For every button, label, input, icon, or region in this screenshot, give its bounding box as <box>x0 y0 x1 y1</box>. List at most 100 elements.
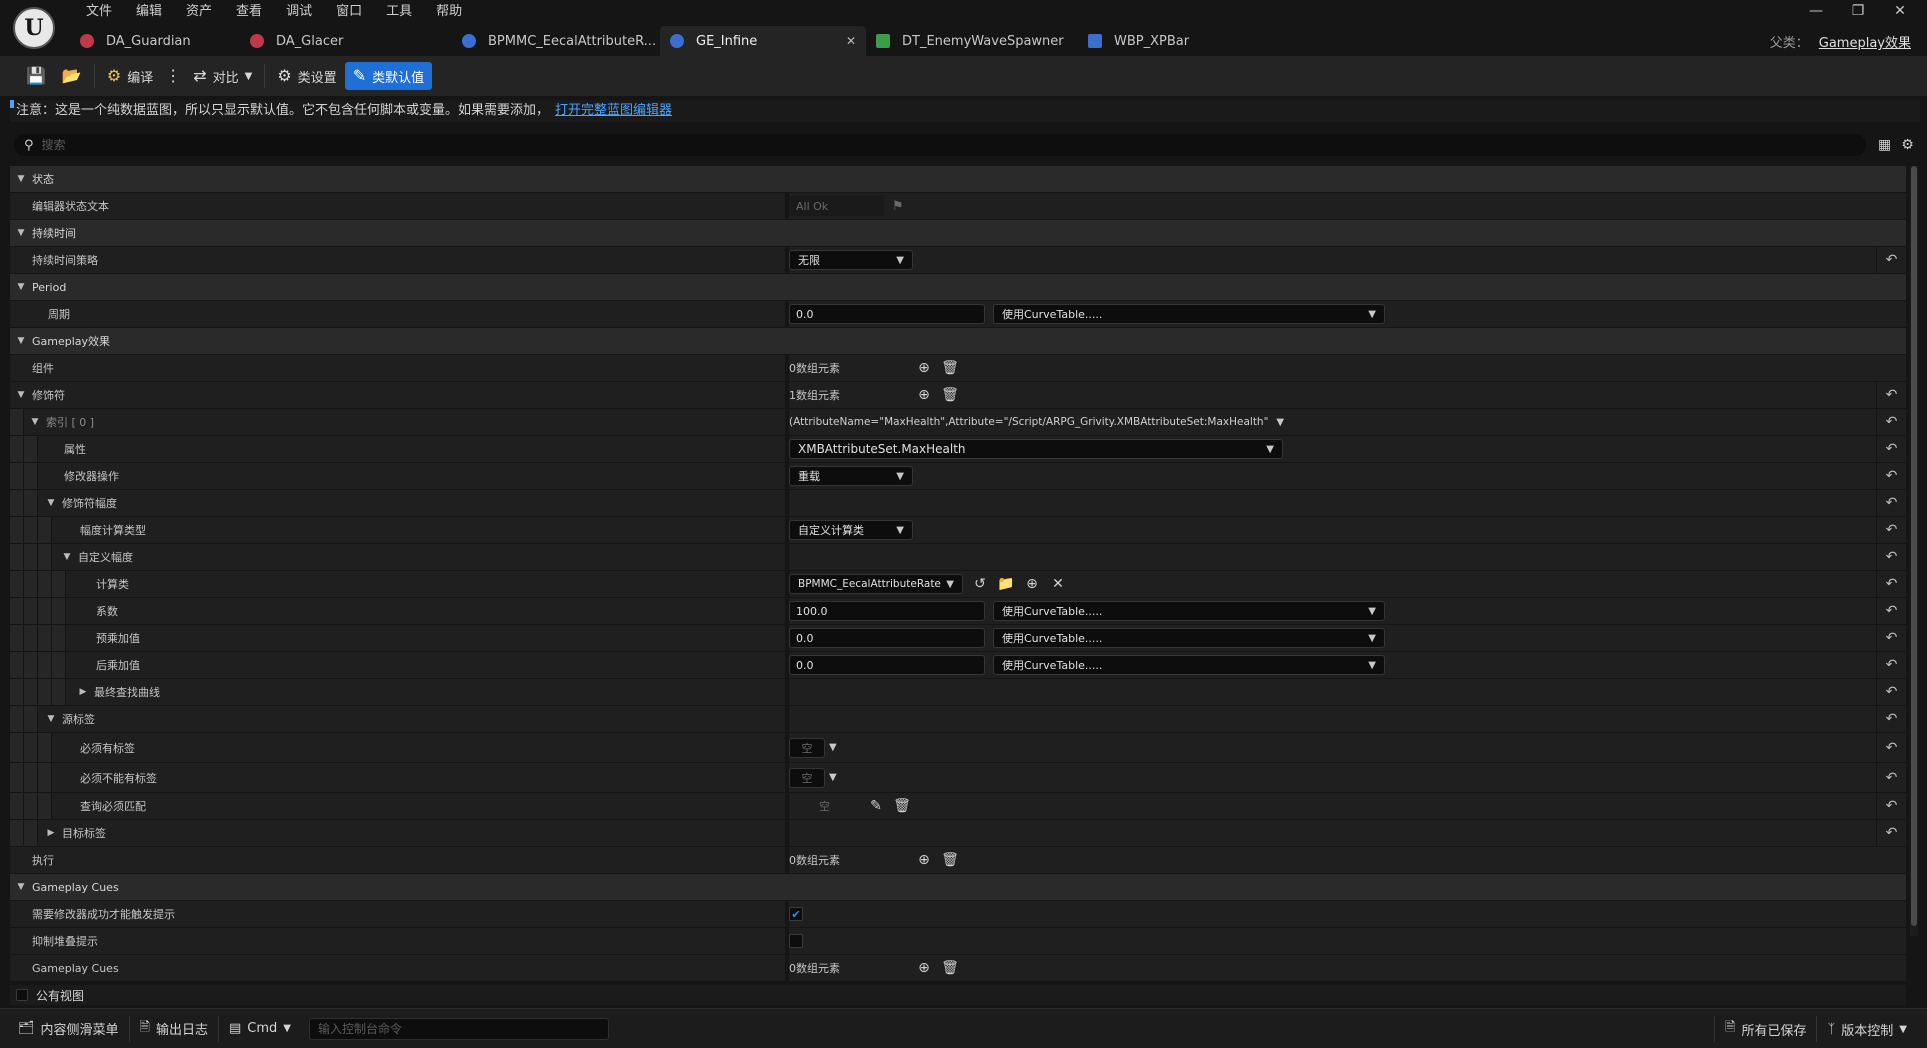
scrollbar-thumb[interactable] <box>1911 166 1917 926</box>
chevron-down-icon[interactable]: ▼ <box>1276 417 1284 428</box>
reset-to-default-icon[interactable]: ↶ <box>1876 598 1906 624</box>
menu-debug[interactable]: 调试 <box>274 2 324 22</box>
reset-to-default-icon[interactable]: ↶ <box>1876 571 1906 597</box>
reset-to-default-icon[interactable]: ↶ <box>1876 544 1906 570</box>
menu-edit[interactable]: 编辑 <box>124 2 174 22</box>
add-element-icon[interactable]: ⊕ <box>1023 577 1041 591</box>
category-period[interactable]: ▼ Period <box>10 274 1906 300</box>
compile-button[interactable]: ⚙ 编译 <box>99 62 161 90</box>
reset-to-default-icon[interactable]: ↶ <box>1876 625 1906 651</box>
add-element-icon[interactable]: ⊕ <box>915 961 933 975</box>
save-button[interactable]: 💾 <box>18 62 54 90</box>
category-gameplay-effect[interactable]: ▼ Gameplay效果 <box>10 328 1906 354</box>
attribute-dropdown[interactable]: XMBAttributeSet.MaxHealth ▼ <box>789 439 1283 459</box>
all-saved-button[interactable]: 🗎 所有已保存 <box>1715 1016 1816 1042</box>
menu-asset[interactable]: 资产 <box>174 2 224 22</box>
ignore-tags-field[interactable]: 空 <box>789 767 825 788</box>
reset-to-default-icon[interactable]: ↶ <box>1876 463 1906 489</box>
expand-arrow-icon[interactable]: ▼ <box>44 714 58 724</box>
trash-icon[interactable]: 🗑 <box>941 853 959 867</box>
trash-icon[interactable]: 🗑 <box>941 361 959 375</box>
reset-to-default-icon[interactable]: ↶ <box>1876 436 1906 462</box>
duration-policy-dropdown[interactable]: 无限 ▼ <box>789 250 913 270</box>
reset-to-default-icon[interactable]: ↶ <box>1876 652 1906 678</box>
expand-arrow-icon[interactable]: ▼ <box>60 552 74 562</box>
close-window-icon[interactable]: ✕ <box>1879 0 1921 22</box>
tab-da-guardian[interactable]: DA_Guardian <box>70 26 240 56</box>
restore-icon[interactable]: ❐ <box>1837 0 1879 22</box>
reset-to-default-icon[interactable]: ↶ <box>1876 247 1906 273</box>
use-selected-icon[interactable]: ↺ <box>971 577 989 591</box>
source-control-button[interactable]: ᛉ 版本控制 ▼ <box>1817 1016 1917 1042</box>
parent-class-link[interactable]: Gameplay效果 <box>1819 32 1911 51</box>
trash-icon[interactable]: 🗑 <box>941 961 959 975</box>
expand-arrow-icon[interactable]: ▼ <box>28 417 42 427</box>
expand-arrow-icon[interactable]: ▼ <box>14 390 28 400</box>
clear-icon[interactable]: ✕ <box>1049 577 1067 591</box>
period-input[interactable]: 0.0 <box>789 304 985 324</box>
reset-to-default-icon[interactable]: ↶ <box>1876 733 1906 762</box>
diff-button[interactable]: ⇄ 对比 ▼ <box>185 62 260 90</box>
gear-icon[interactable]: ⚙ <box>1901 137 1914 153</box>
category-duration[interactable]: ▼ 持续时间 <box>10 220 1906 246</box>
add-element-icon[interactable]: ⊕ <box>915 853 933 867</box>
content-drawer-button[interactable]: 🗂 内容侧滑菜单 <box>8 1016 129 1042</box>
category-gameplay-cues[interactable]: ▼ Gameplay Cues <box>10 874 1906 900</box>
browse-button[interactable]: 📂 <box>54 62 90 90</box>
expand-arrow-icon[interactable]: ▼ <box>14 228 28 238</box>
menu-help[interactable]: 帮助 <box>424 2 474 22</box>
cmd-dropdown[interactable]: ▤ Cmd ▼ <box>219 1016 301 1042</box>
expand-arrow-icon[interactable]: ▶ <box>44 828 58 838</box>
modifier-op-dropdown[interactable]: 重载 ▼ <box>789 466 913 486</box>
reset-to-default-icon[interactable]: ↶ <box>1876 706 1906 732</box>
menu-window[interactable]: 窗口 <box>324 2 374 22</box>
browse-folder-icon[interactable]: 📁 <box>997 577 1015 591</box>
trash-icon[interactable]: 🗑 <box>941 388 959 402</box>
add-element-icon[interactable]: ⊕ <box>915 361 933 375</box>
chevron-down-icon[interactable]: ▼ <box>829 772 837 783</box>
magnitude-calc-type-dropdown[interactable]: 自定义计算类 ▼ <box>789 520 913 540</box>
coefficient-input[interactable]: 100.0 <box>789 601 985 621</box>
menu-tools[interactable]: 工具 <box>374 2 424 22</box>
post-add-input[interactable]: 0.0 <box>789 655 985 675</box>
grid-view-icon[interactable]: ▦ <box>1878 137 1891 153</box>
details-scrollbar[interactable] <box>1910 166 1918 936</box>
curve-table-dropdown[interactable]: 使用CurveTable..... ▼ <box>993 601 1385 621</box>
curve-table-dropdown[interactable]: 使用CurveTable..... ▼ <box>993 628 1385 648</box>
console-command-input[interactable] <box>309 1017 609 1040</box>
suppress-stacking-checkbox[interactable] <box>789 934 803 948</box>
tab-dt-enemywavespawner[interactable]: DT_EnemyWaveSpawner <box>866 26 1078 56</box>
calc-class-dropdown[interactable]: BPMMC_EecalAttributeRate ▼ <box>789 574 963 594</box>
unreal-logo-icon[interactable]: U <box>13 7 55 49</box>
pre-add-input[interactable]: 0.0 <box>789 628 985 648</box>
menu-file[interactable]: 文件 <box>74 2 124 22</box>
expand-arrow-icon[interactable]: ▼ <box>14 174 28 184</box>
reset-to-default-icon[interactable]: ↶ <box>1876 409 1906 435</box>
output-log-button[interactable]: 🗎 输出日志 <box>130 1016 218 1042</box>
add-element-icon[interactable]: ⊕ <box>915 388 933 402</box>
chevron-down-icon[interactable]: ▼ <box>829 742 837 753</box>
category-state[interactable]: ▼ 状态 <box>10 166 1906 192</box>
reset-to-default-icon[interactable]: ↶ <box>1876 490 1906 516</box>
reset-to-default-icon[interactable]: ↶ <box>1876 793 1906 819</box>
reset-to-default-icon[interactable]: ↶ <box>1876 382 1906 408</box>
curve-table-dropdown[interactable]: 使用CurveTable..... ▼ <box>993 304 1385 324</box>
close-icon[interactable]: ✕ <box>846 34 856 48</box>
reset-to-default-icon[interactable]: ↶ <box>1876 820 1906 846</box>
reset-to-default-icon[interactable]: ↶ <box>1876 517 1906 543</box>
reset-to-default-icon[interactable]: ↶ <box>1876 679 1906 705</box>
expand-arrow-icon[interactable]: ▼ <box>44 498 58 508</box>
reset-to-default-icon[interactable]: ↶ <box>1876 763 1906 792</box>
search-input[interactable] <box>41 138 1842 152</box>
class-defaults-button[interactable]: ✎ 类默认值 <box>344 62 433 90</box>
open-full-editor-link[interactable]: 打开完整蓝图编辑器 <box>555 103 672 118</box>
expand-arrow-icon[interactable]: ▼ <box>14 282 28 292</box>
class-settings-button[interactable]: ⚙ 类设置 <box>269 62 344 90</box>
expand-arrow-icon[interactable]: ▶ <box>76 687 90 697</box>
tab-bpmmc[interactable]: BPMMC_EecalAttributeR... <box>452 26 660 56</box>
require-modifier-success-checkbox[interactable]: ✔ <box>789 907 803 921</box>
tab-wbp-xpbar[interactable]: WBP_XPBar <box>1078 26 1228 56</box>
public-view-checkbox[interactable] <box>16 989 28 1001</box>
curve-table-dropdown[interactable]: 使用CurveTable..... ▼ <box>993 655 1385 675</box>
require-tags-field[interactable]: 空 <box>789 737 825 758</box>
